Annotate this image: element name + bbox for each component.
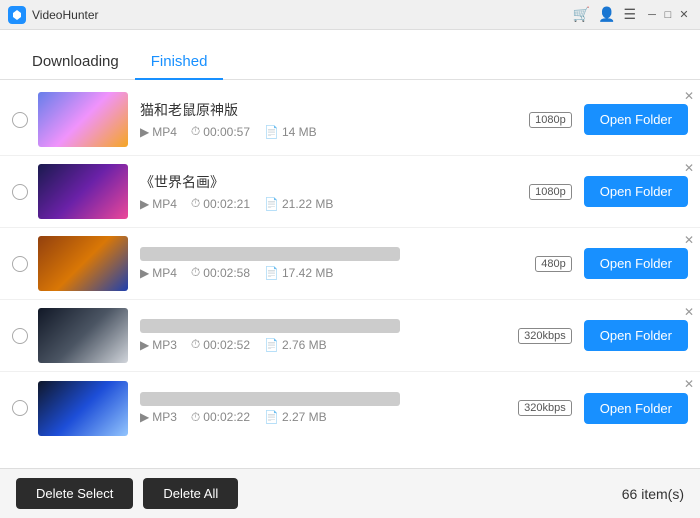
clock-icon: ⏱ [191,337,200,352]
item-thumbnail [38,164,128,219]
item-size: 📄 2.27 MB [264,410,327,424]
clock-icon: ⏱ [191,410,200,425]
item-info: ▶ MP3 ⏱ 00:02:22 📄 2.27 MB [140,392,518,425]
item-radio[interactable] [12,400,28,416]
item-duration: ⏱ 00:02:22 [191,410,250,425]
item-duration: ⏱ 00:02:21 [191,196,250,211]
item-size: 📄 21.22 MB [264,197,333,211]
open-folder-button[interactable]: Open Folder [584,104,688,135]
format-icon: ▶ [140,338,149,352]
item-format: ▶ MP4 [140,266,177,280]
item-title: 猫和老鼠原神版 [140,100,480,120]
item-title-blurred [140,319,400,333]
quality-badge: 1080p [529,184,572,200]
item-radio[interactable] [12,112,28,128]
clock-icon: ⏱ [191,196,200,211]
item-format: ▶ MP4 [140,197,177,211]
item-meta: ▶ MP3 ⏱ 00:02:52 📄 2.76 MB [140,337,518,352]
quality-badge: 320kbps [518,328,572,344]
tab-bar: Downloading Finished [0,30,700,80]
item-thumbnail [38,92,128,147]
item-duration: ⏱ 00:02:52 [191,337,250,352]
format-icon: ▶ [140,125,149,139]
item-title: 《世界名画》 [140,172,480,192]
tab-downloading[interactable]: Downloading [16,45,135,80]
clock-icon: ⏱ [191,124,200,139]
clock-icon: ⏱ [191,265,200,280]
item-info: 猫和老鼠原神版 ▶ MP4 ⏱ 00:00:57 📄 14 MB [140,100,529,139]
format-icon: ▶ [140,266,149,280]
item-radio[interactable] [12,328,28,344]
item-size: 📄 17.42 MB [264,266,333,280]
item-meta: ▶ MP4 ⏱ 00:02:58 📄 17.42 MB [140,265,535,280]
open-folder-button[interactable]: Open Folder [584,176,688,207]
item-info: ▶ MP4 ⏱ 00:02:58 📄 17.42 MB [140,247,535,280]
menu-icon[interactable]: ☰ [623,6,636,23]
item-close-icon[interactable]: ✕ [684,234,694,246]
cart-icon[interactable]: 🛒 [573,6,590,23]
file-icon: 📄 [264,338,279,352]
item-radio[interactable] [12,256,28,272]
delete-select-button[interactable]: Delete Select [16,478,133,509]
user-icon[interactable]: 👤 [598,6,615,23]
minimize-button[interactable]: ─ [644,7,660,23]
item-info: ▶ MP3 ⏱ 00:02:52 📄 2.76 MB [140,319,518,352]
file-icon: 📄 [264,125,279,139]
item-format: ▶ MP4 [140,125,177,139]
item-close-icon[interactable]: ✕ [684,90,694,102]
close-button[interactable]: ✕ [676,7,692,23]
list-item: ▶ MP3 ⏱ 00:02:52 📄 2.76 MB 320kbps Open Fold… [0,300,700,372]
maximize-button[interactable]: □ [660,7,676,23]
item-size: 📄 14 MB [264,125,317,139]
open-folder-button[interactable]: Open Folder [584,248,688,279]
item-actions: 1080p Open Folder [529,104,688,135]
quality-badge: 320kbps [518,400,572,416]
item-close-icon[interactable]: ✕ [684,378,694,390]
item-radio[interactable] [12,184,28,200]
format-icon: ▶ [140,197,149,211]
item-title-blurred [140,247,400,261]
tab-finished[interactable]: Finished [135,45,224,80]
item-actions: 480p Open Folder [535,248,688,279]
item-count: 66 item(s) [622,486,684,502]
quality-badge: 480p [535,256,571,272]
item-actions: 320kbps Open Folder [518,320,688,351]
item-size: 📄 2.76 MB [264,338,327,352]
list-item: 猫和老鼠原神版 ▶ MP4 ⏱ 00:00:57 📄 14 MB 1080p Open F… [0,84,700,156]
list-item: ▶ MP3 ⏱ 00:02:22 📄 2.27 MB 320kbps Open Fold… [0,372,700,444]
content-area: 猫和老鼠原神版 ▶ MP4 ⏱ 00:00:57 📄 14 MB 1080p Open F… [0,80,700,468]
item-meta: ▶ MP4 ⏱ 00:02:21 📄 21.22 MB [140,196,529,211]
file-icon: 📄 [264,410,279,424]
item-title-blurred [140,392,400,406]
item-meta: ▶ MP4 ⏱ 00:00:57 📄 14 MB [140,124,529,139]
list-item: ▶ MP4 ⏱ 00:02:58 📄 17.42 MB 480p Open Folder… [0,228,700,300]
item-info: 《世界名画》 ▶ MP4 ⏱ 00:02:21 📄 21.22 MB [140,172,529,211]
app-logo [8,6,26,24]
item-actions: 1080p Open Folder [529,176,688,207]
delete-all-button[interactable]: Delete All [143,478,238,509]
file-icon: 📄 [264,266,279,280]
item-format: ▶ MP3 [140,410,177,424]
quality-badge: 1080p [529,112,572,128]
list-item: 《世界名画》 ▶ MP4 ⏱ 00:02:21 📄 21.22 MB 1080p Open… [0,156,700,228]
item-close-icon[interactable]: ✕ [684,306,694,318]
item-duration: ⏱ 00:02:58 [191,265,250,280]
footer: Delete Select Delete All 66 item(s) [0,468,700,518]
item-thumbnail [38,381,128,436]
item-meta: ▶ MP3 ⏱ 00:02:22 📄 2.27 MB [140,410,518,425]
format-icon: ▶ [140,410,149,424]
item-close-icon[interactable]: ✕ [684,162,694,174]
item-thumbnail [38,308,128,363]
title-bar: VideoHunter 🛒 👤 ☰ ─ □ ✕ [0,0,700,30]
file-icon: 📄 [264,197,279,211]
open-folder-button[interactable]: Open Folder [584,393,688,424]
item-thumbnail [38,236,128,291]
app-name: VideoHunter [32,8,573,22]
open-folder-button[interactable]: Open Folder [584,320,688,351]
item-format: ▶ MP3 [140,338,177,352]
item-actions: 320kbps Open Folder [518,393,688,424]
item-duration: ⏱ 00:00:57 [191,124,250,139]
